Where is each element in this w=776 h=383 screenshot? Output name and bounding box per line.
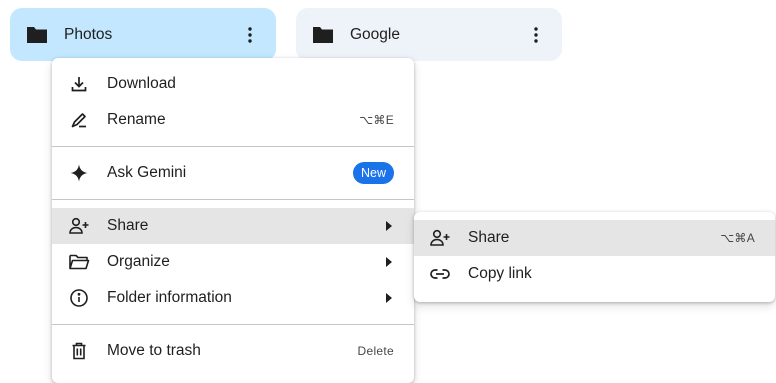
submenu-arrow-icon [384, 293, 394, 303]
drive-folder-view: Photos Google Download Rename ⌥⌘E Ask Ge… [0, 0, 776, 383]
folder-name: Photos [64, 25, 113, 43]
more-vert-icon[interactable] [524, 23, 548, 47]
share-submenu: Share ⌥⌘A Copy link [414, 212, 775, 302]
submenu-item-share[interactable]: Share ⌥⌘A [414, 220, 775, 256]
menu-item-organize[interactable]: Organize [52, 244, 414, 280]
submenu-item-copy-link[interactable]: Copy link [414, 256, 775, 292]
menu-item-label: Download [107, 75, 176, 92]
gemini-sparkle-icon [67, 161, 91, 185]
menu-item-label: Copy link [468, 265, 532, 282]
keyboard-shortcut: ⌥⌘E [359, 113, 394, 127]
more-vert-icon[interactable] [238, 23, 262, 47]
link-icon [428, 262, 452, 286]
menu-item-share[interactable]: Share [52, 208, 414, 244]
menu-item-label: Move to trash [107, 342, 201, 359]
menu-item-label: Organize [107, 253, 170, 270]
rename-icon [67, 108, 91, 132]
context-menu: Download Rename ⌥⌘E Ask Gemini New Share… [52, 58, 414, 383]
info-icon [67, 286, 91, 310]
menu-item-ask-gemini[interactable]: Ask Gemini New [52, 155, 414, 191]
folder-name: Google [350, 25, 400, 43]
keyboard-shortcut: ⌥⌘A [720, 231, 755, 245]
folder-icon [311, 25, 335, 45]
folder-chip-google[interactable]: Google [296, 8, 562, 61]
add-person-icon [428, 226, 452, 250]
new-badge: New [352, 162, 394, 184]
menu-item-folder-information[interactable]: Folder information [52, 280, 414, 316]
folder-chip-photos[interactable]: Photos [10, 8, 276, 61]
menu-item-label: Ask Gemini [107, 164, 187, 181]
submenu-arrow-icon [384, 257, 394, 267]
download-icon [67, 72, 91, 96]
menu-item-label: Rename [107, 111, 166, 128]
menu-item-label: Share [468, 229, 510, 246]
keyboard-shortcut: Delete [357, 344, 394, 358]
menu-item-label: Folder information [107, 289, 232, 306]
submenu-arrow-icon [384, 221, 394, 231]
folder-open-icon [67, 250, 91, 274]
add-person-icon [67, 214, 91, 238]
menu-divider [52, 199, 414, 200]
menu-item-move-to-trash[interactable]: Move to trash Delete [52, 333, 414, 369]
menu-item-rename[interactable]: Rename ⌥⌘E [52, 102, 414, 138]
menu-item-label: Share [107, 217, 149, 234]
menu-item-download[interactable]: Download [52, 66, 414, 102]
menu-divider [52, 146, 414, 147]
trash-icon [67, 339, 91, 363]
menu-divider [52, 324, 414, 325]
folder-icon [25, 25, 49, 45]
